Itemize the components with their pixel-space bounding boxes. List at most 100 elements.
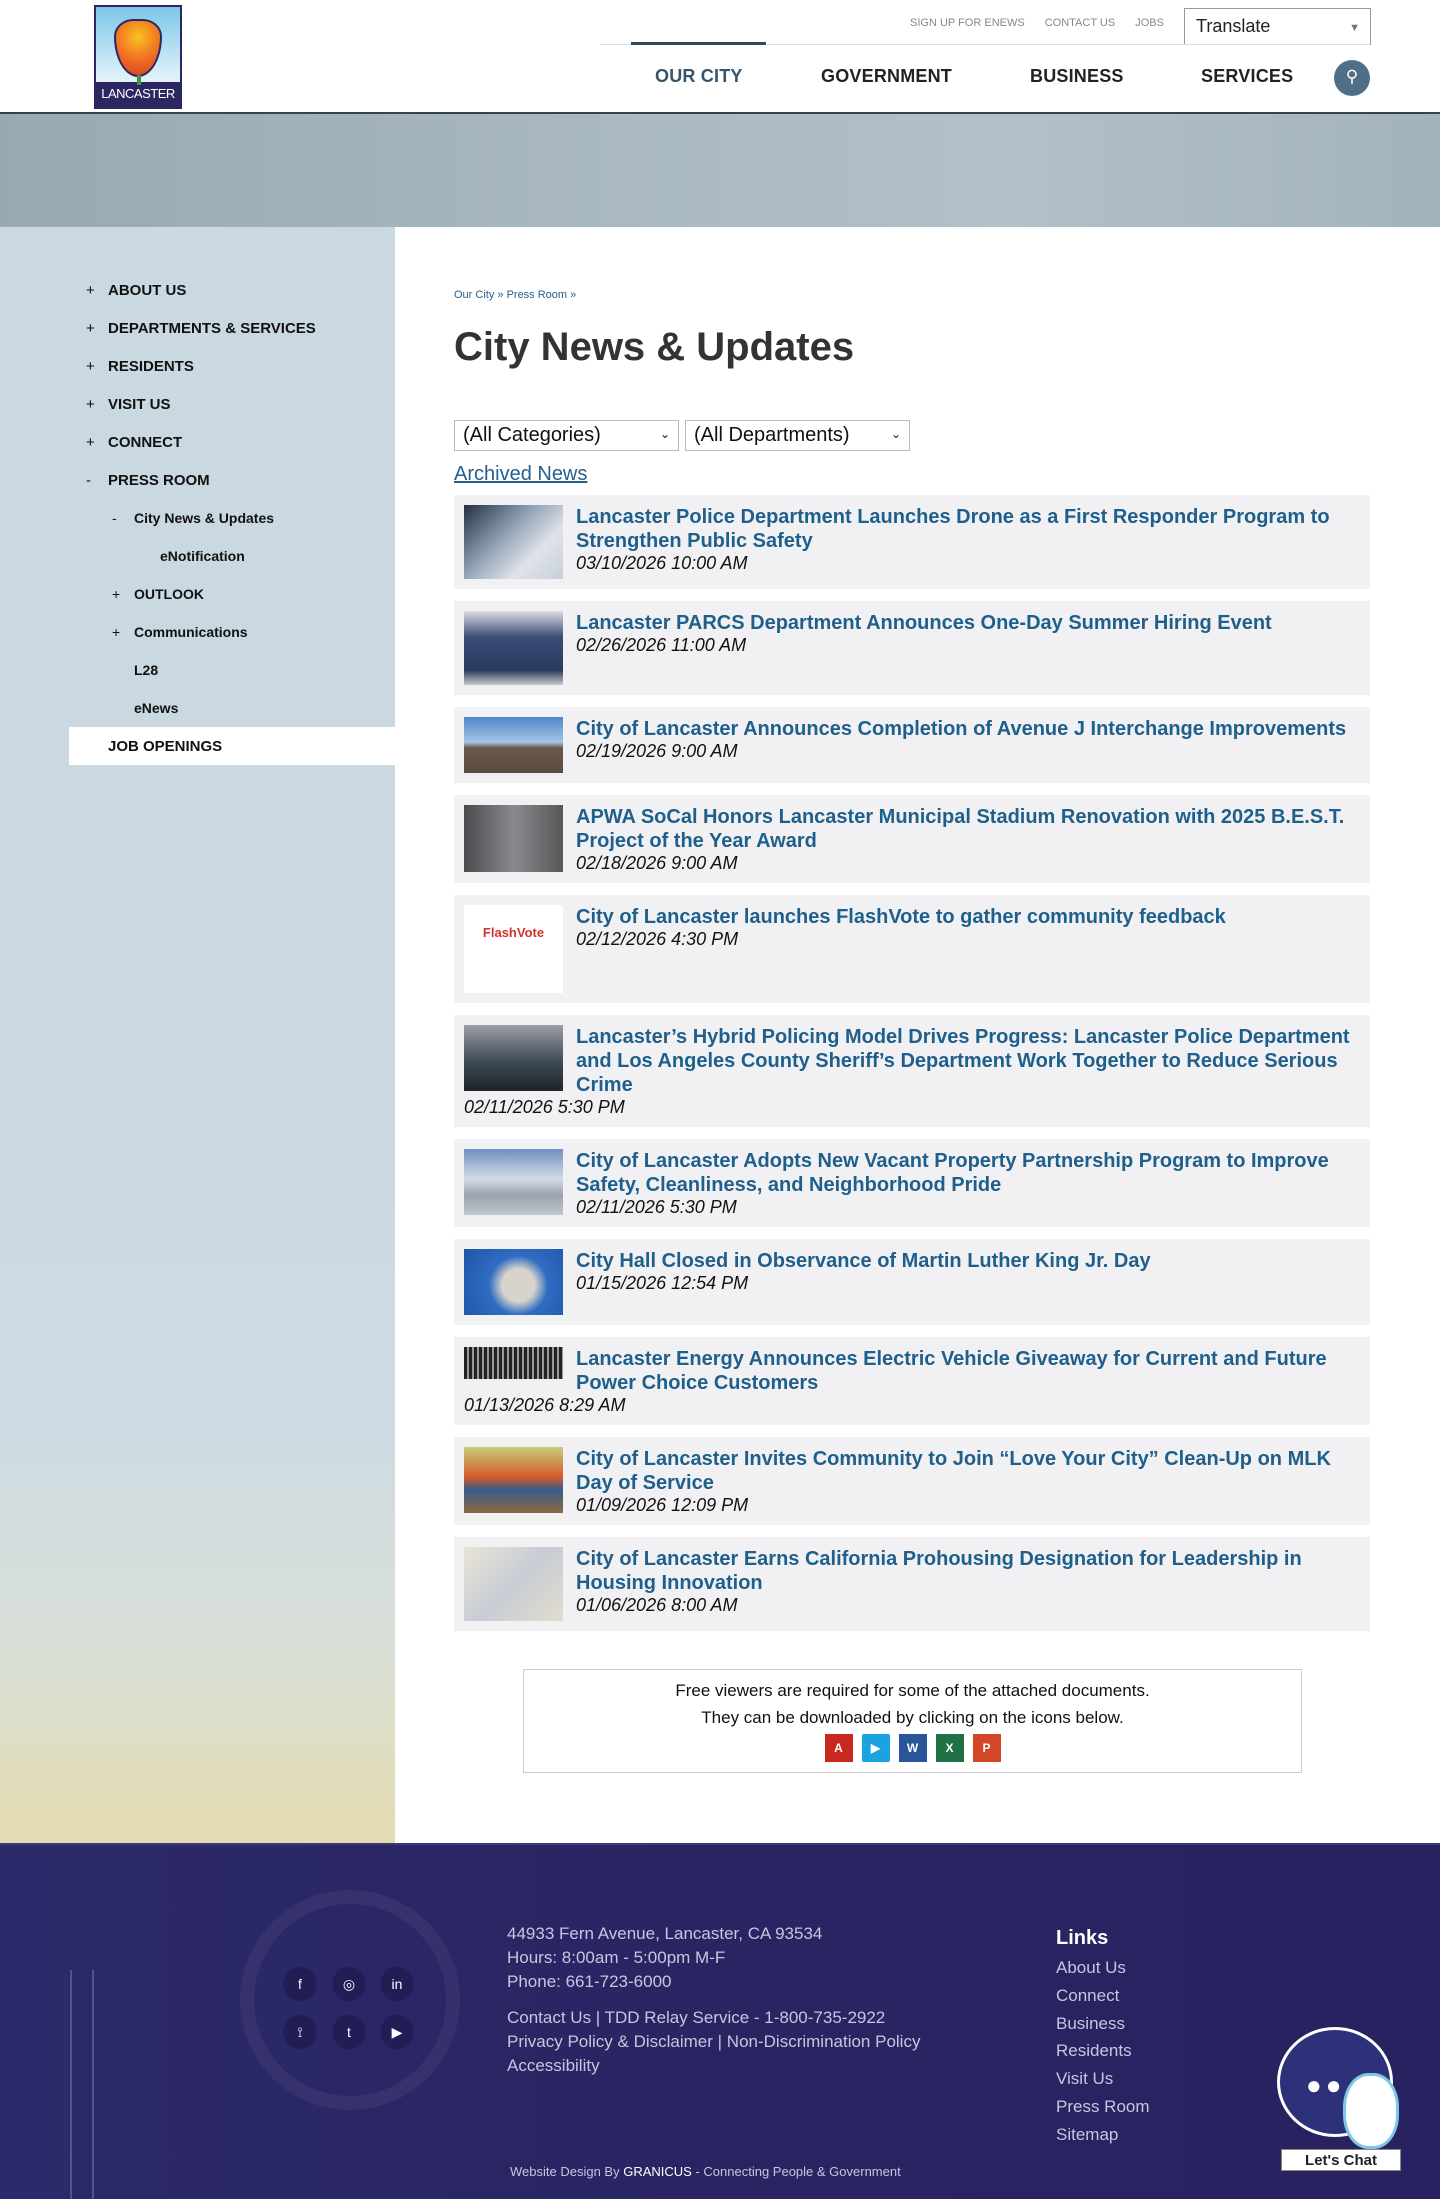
collapse-icon[interactable]: - (112, 510, 117, 526)
footer-policy-line[interactable]: Privacy Policy & Disclaimer | Non-Discri… (507, 2030, 920, 2054)
footer-link-visit-us[interactable]: Visit Us (1056, 2069, 1113, 2089)
news-title-link[interactable]: Lancaster PARCS Department Announces One… (464, 611, 1360, 635)
news-title-link[interactable]: City of Lancaster Adopts New Vacant Prop… (464, 1149, 1360, 1197)
sidebar-item-l28[interactable]: L28 (134, 662, 158, 678)
department-value: (All Departments) (694, 424, 850, 446)
news-thumbnail[interactable] (464, 1547, 563, 1621)
twitter-icon[interactable]: t (332, 2015, 366, 2049)
contact-us-link[interactable]: CONTACT US (1045, 17, 1116, 29)
lancaster-logo[interactable]: LANCASTER (94, 5, 182, 109)
media-player-icon[interactable]: ▶ (861, 1734, 890, 1762)
translate-select[interactable]: Translate ▼ (1184, 8, 1371, 45)
sidebar-item-visit-us[interactable]: + VISIT US (86, 396, 171, 413)
page-title: City News & Updates (454, 325, 855, 369)
sidebar-item-about-us[interactable]: + ABOUT US (86, 282, 186, 299)
expand-icon[interactable]: + (86, 434, 95, 451)
sidebar-item-connect[interactable]: + CONNECT (86, 434, 183, 451)
sidebar-item-communications[interactable]: + Communications (112, 624, 248, 640)
news-title-link[interactable]: City of Lancaster launches FlashVote to … (464, 905, 1360, 929)
news-item: FlashVote City of Lancaster launches Flas… (454, 895, 1370, 1003)
news-thumbnail[interactable] (464, 1447, 563, 1513)
news-thumbnail[interactable] (464, 1347, 563, 1379)
excel-icon[interactable]: X (935, 1734, 964, 1762)
footer-link-sitemap[interactable]: Sitemap (1056, 2125, 1118, 2145)
sidebar-item-outlook[interactable]: + OUTLOOK (112, 586, 204, 602)
sidebar-item-enotification[interactable]: eNotification (160, 548, 245, 564)
linkedin-icon[interactable]: in (380, 1967, 414, 2001)
news-date: 02/12/2026 4:30 PM (576, 929, 739, 949)
footer-accessibility-link[interactable]: Accessibility (507, 2054, 600, 2078)
nav-services[interactable]: SERVICES (1201, 66, 1293, 87)
news-thumbnail[interactable] (464, 1025, 563, 1091)
news-thumbnail[interactable] (464, 1249, 563, 1315)
news-thumbnail[interactable] (464, 805, 563, 872)
youtube-icon[interactable]: ▶ (380, 2015, 414, 2049)
news-item: City of Lancaster Adopts New Vacant Prop… (454, 1139, 1370, 1227)
expand-icon[interactable]: + (86, 320, 95, 337)
sidebar-item-press-room[interactable]: - PRESS ROOM (86, 472, 210, 489)
footer-link-business[interactable]: Business (1056, 2014, 1125, 2034)
sidebar-item-job-openings[interactable]: JOB OPENINGS (108, 738, 222, 755)
news-title-link[interactable]: City of Lancaster Earns California Proho… (464, 1547, 1360, 1595)
news-date: 01/09/2026 12:09 PM (576, 1495, 749, 1515)
news-item: APWA SoCal Honors Lancaster Municipal St… (454, 795, 1370, 883)
nav-business[interactable]: BUSINESS (1030, 66, 1124, 87)
footer-link-press-room[interactable]: Press Room (1056, 2097, 1150, 2117)
footer-link-about-us[interactable]: About Us (1056, 1958, 1126, 1978)
news-title-link[interactable]: Lancaster Police Department Launches Dro… (464, 505, 1360, 553)
instagram-icon[interactable]: ◎ (332, 1967, 366, 2001)
flashvote-logo-text: FlashVote (482, 925, 545, 940)
news-date: 01/13/2026 8:29 AM (464, 1395, 626, 1415)
news-title-link[interactable]: City of Lancaster Announces Completion o… (464, 717, 1360, 741)
footer-link-connect[interactable]: Connect (1056, 1986, 1119, 2006)
rss-icon[interactable]: ⟟ (283, 2015, 317, 2049)
footer-contact-line[interactable]: Contact Us | TDD Relay Service - 1-800-7… (507, 2006, 885, 2030)
credit-suffix: - Connecting People & Government (695, 2164, 901, 2179)
collapse-icon[interactable]: - (86, 472, 91, 489)
hero-banner (0, 114, 1440, 227)
expand-icon[interactable]: + (86, 358, 95, 375)
signup-enews-link[interactable]: SIGN UP FOR ENEWS (910, 17, 1025, 29)
archived-news-link[interactable]: Archived News (454, 463, 587, 486)
news-thumbnail[interactable] (464, 505, 563, 579)
sidebar-item-departments[interactable]: + DEPARTMENTS & SERVICES (86, 320, 316, 337)
design-credit: Website Design By GRANICUS - Connecting … (510, 2164, 901, 2179)
news-thumbnail[interactable] (464, 611, 563, 685)
search-button[interactable]: ⚲ (1334, 60, 1370, 96)
viewer-icons: A ▶ W X P (524, 1734, 1301, 1762)
expand-icon[interactable]: + (86, 396, 95, 413)
expand-icon[interactable]: + (112, 586, 120, 602)
footer-hours: Hours: 8:00am - 5:00pm M-F (507, 1948, 726, 1967)
sidebar-label: CONNECT (108, 434, 183, 451)
news-title-link[interactable]: Lancaster’s Hybrid Policing Model Drives… (464, 1025, 1360, 1097)
pdf-icon[interactable]: A (824, 1734, 853, 1762)
expand-icon[interactable]: + (112, 624, 120, 640)
news-thumbnail[interactable] (464, 1149, 563, 1215)
footer-link-residents[interactable]: Residents (1056, 2041, 1132, 2061)
sidebar-item-city-news[interactable]: - City News & Updates (112, 510, 274, 526)
jobs-link[interactable]: JOBS (1135, 17, 1164, 29)
breadcrumb[interactable]: Our City » Press Room » (454, 289, 576, 301)
facebook-icon[interactable]: f (283, 1967, 317, 2001)
chat-widget[interactable]: ●● Let's Chat (1275, 2025, 1405, 2175)
powerpoint-icon[interactable]: P (972, 1734, 1001, 1762)
flashvote-logo[interactable]: FlashVote (464, 905, 563, 993)
news-date: 01/15/2026 12:54 PM (576, 1273, 749, 1293)
news-title-link[interactable]: Lancaster Energy Announces Electric Vehi… (464, 1347, 1360, 1395)
category-select[interactable]: (All Categories) ⌄ (454, 420, 679, 451)
sidebar-item-residents[interactable]: + RESIDENTS (86, 358, 194, 375)
news-title-link[interactable]: APWA SoCal Honors Lancaster Municipal St… (464, 805, 1360, 853)
nav-government[interactable]: GOVERNMENT (821, 66, 952, 87)
nav-our-city[interactable]: OUR CITY (655, 66, 743, 87)
sidebar-item-enews[interactable]: eNews (134, 700, 178, 716)
word-icon[interactable]: W (898, 1734, 927, 1762)
chat-label: Let's Chat (1281, 2149, 1401, 2171)
news-thumbnail[interactable] (464, 717, 563, 773)
department-select[interactable]: (All Departments) ⌄ (685, 420, 910, 451)
news-title-link[interactable]: City of Lancaster Invites Community to J… (464, 1447, 1360, 1495)
granicus-link[interactable]: GRANICUS (623, 2164, 692, 2179)
news-title-link[interactable]: City Hall Closed in Observance of Martin… (464, 1249, 1360, 1273)
sidebar-label: eNotification (160, 548, 245, 564)
expand-icon[interactable]: + (86, 282, 95, 299)
category-value: (All Categories) (463, 424, 601, 446)
